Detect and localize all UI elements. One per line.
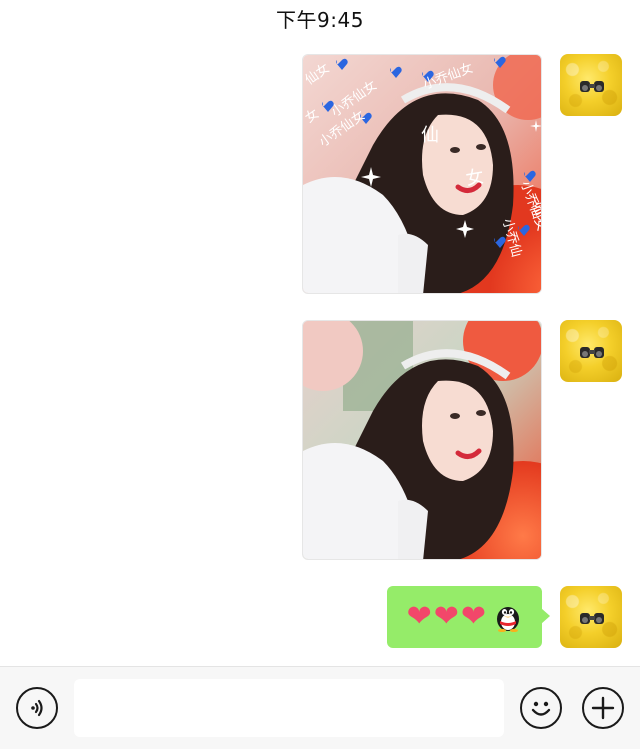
- text-message-bubble[interactable]: ❤❤❤: [386, 586, 551, 648]
- voice-icon: [31, 699, 43, 717]
- binoculars-icon: [580, 613, 604, 624]
- binoculars-icon: [580, 81, 604, 92]
- photo-image: 仙女 小乔仙女 小乔仙女 女 小乔仙女 仙 女 仙女 小乔仙女 小乔仙: [303, 55, 541, 293]
- message-row: ❤❤❤: [386, 586, 622, 648]
- message-input[interactable]: [74, 679, 504, 737]
- photo-message[interactable]: 仙女 小乔仙女 小乔仙女 女 小乔仙女 仙 女 仙女 小乔仙女 小乔仙: [302, 54, 542, 294]
- input-bar: [0, 666, 640, 749]
- avatar[interactable]: [560, 320, 622, 382]
- photo-image: [303, 321, 541, 559]
- message-text: ❤❤❤: [406, 599, 488, 634]
- status-time: 下午9:45: [276, 8, 364, 32]
- qq-penguin-icon: [497, 607, 519, 632]
- chat-screen: 下午9:45 仙女 小乔仙女 小乔仙女 女 小乔仙女 仙 女 仙女 小乔仙女 小…: [0, 0, 640, 749]
- plus-icon: [591, 696, 615, 720]
- message-row: [302, 320, 622, 560]
- watermark-text: 女: [464, 166, 485, 190]
- voice-button[interactable]: [16, 687, 58, 729]
- smiley-icon: [531, 701, 551, 716]
- avatar[interactable]: [560, 586, 622, 648]
- photo-message[interactable]: [302, 320, 542, 560]
- emoji-button[interactable]: [520, 687, 562, 729]
- message-row: 仙女 小乔仙女 小乔仙女 女 小乔仙女 仙 女 仙女 小乔仙女 小乔仙: [302, 54, 622, 294]
- binoculars-icon: [580, 347, 604, 358]
- watermark-text: 仙: [421, 125, 439, 146]
- avatar[interactable]: [560, 54, 622, 116]
- more-button[interactable]: [582, 687, 624, 729]
